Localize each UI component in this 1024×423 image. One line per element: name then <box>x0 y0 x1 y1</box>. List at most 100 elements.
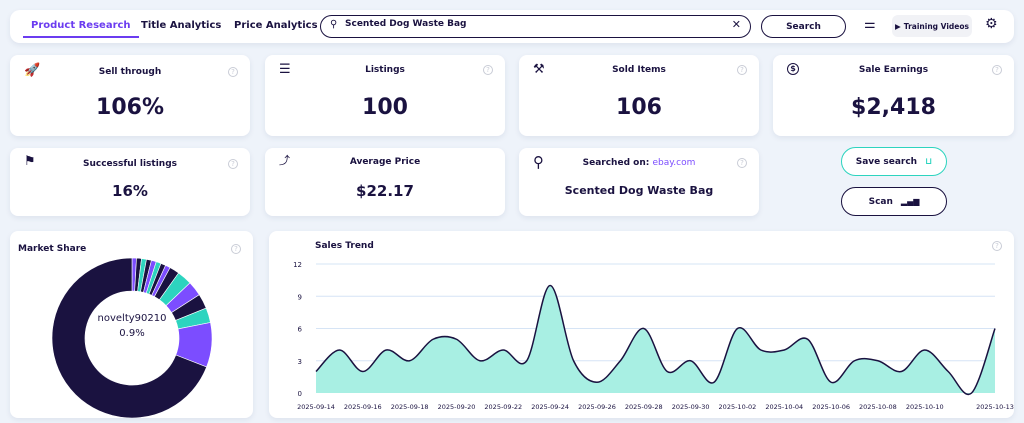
data-point[interactable] <box>991 325 999 333</box>
help-icon[interactable]: ? <box>228 159 238 169</box>
scan-label: Scan <box>868 196 893 207</box>
data-point[interactable] <box>570 357 578 365</box>
card-value: 16% <box>112 182 148 200</box>
x-tick-label: 2025-10-08 <box>859 403 897 411</box>
data-point[interactable] <box>335 346 343 354</box>
y-tick-label: 3 <box>298 358 302 366</box>
training-videos-button[interactable]: ▶ Training Videos <box>892 15 972 37</box>
data-point[interactable] <box>546 282 554 290</box>
card-value: 106% <box>96 95 164 120</box>
save-search-button[interactable]: Save search ⊔ <box>841 147 947 176</box>
card-value: Scented Dog Waste Bag <box>564 184 714 197</box>
card-value: $2,418 <box>851 95 936 120</box>
data-point[interactable] <box>640 325 648 333</box>
filter-sliders-icon[interactable]: ⚌ <box>864 17 876 32</box>
site-link[interactable]: ebay.com <box>652 158 695 168</box>
data-point[interactable] <box>780 346 788 354</box>
data-point[interactable] <box>804 335 812 343</box>
search-icon: ⚲ <box>330 19 338 30</box>
tray-icon: ⊔ <box>925 156 933 167</box>
y-tick-label: 0 <box>298 390 302 398</box>
help-icon[interactable]: ? <box>228 67 238 77</box>
x-tick-label: 2025-09-20 <box>438 403 476 411</box>
card-value: $22.17 <box>356 182 414 200</box>
card-sell-through: 🚀 Sell through ? 106% <box>10 55 250 136</box>
data-point[interactable] <box>616 357 624 365</box>
market-share-card: Market Share ? novelty90210 0.9% <box>10 231 253 418</box>
card-successful-listings: ⚑ Successful listings ? 16% <box>10 148 250 216</box>
search-button-label: Search <box>786 21 821 32</box>
card-value: 106 <box>616 95 662 120</box>
help-icon[interactable]: ? <box>737 65 747 75</box>
card-title: Sale Earnings <box>858 65 929 75</box>
data-point[interactable] <box>312 368 320 376</box>
card-average-price: ⤴ Average Price $22.17 <box>265 148 505 216</box>
data-point[interactable] <box>874 357 882 365</box>
x-tick-label: 2025-09-24 <box>531 403 569 411</box>
y-tick-label: 6 <box>298 326 303 334</box>
card-listings: ☰ Listings ? 100 <box>265 55 505 136</box>
clear-icon[interactable]: ✕ <box>732 18 741 31</box>
x-tick-label: 2025-09-16 <box>344 403 382 411</box>
x-tick-label: 2025-10-02 <box>719 403 757 411</box>
data-point[interactable] <box>733 325 741 333</box>
card-sold-items: ⚒ Sold Items ? 106 <box>519 55 759 136</box>
scan-button[interactable]: Scan ▂▄▆ <box>841 187 947 216</box>
x-tick-label: 2025-09-14 <box>297 403 335 411</box>
data-point[interactable] <box>406 357 414 365</box>
save-search-label: Save search <box>855 156 918 167</box>
card-title: Sell through <box>98 67 162 77</box>
tab-price-analytics[interactable]: Price Analytics <box>234 20 318 31</box>
data-point[interactable] <box>921 346 929 354</box>
signal-bars-icon: ▂▄▆ <box>900 197 920 206</box>
data-point[interactable] <box>476 357 484 365</box>
data-point[interactable] <box>523 357 531 365</box>
data-point[interactable] <box>851 357 859 365</box>
tab-title-analytics[interactable]: Title Analytics <box>141 20 221 31</box>
tab-product-research[interactable]: Product Research <box>23 20 139 38</box>
help-icon[interactable]: ? <box>483 65 493 75</box>
x-tick-label: 2025-10-13 <box>976 403 1014 411</box>
y-tick-label: 12 <box>293 261 302 269</box>
x-tick-label: 2025-10-10 <box>906 403 944 411</box>
card-searched-on: ⚲ Searched on: ebay.com ? Scented Dog Wa… <box>519 148 759 216</box>
card-title: Searched on: <box>582 158 650 168</box>
data-point[interactable] <box>968 389 976 397</box>
card-title: Listings <box>365 65 405 75</box>
data-point[interactable] <box>710 378 718 386</box>
data-point[interactable] <box>499 346 507 354</box>
y-tick-label: 9 <box>298 293 302 301</box>
data-point[interactable] <box>687 357 695 365</box>
settings-gear-icon[interactable]: ⚙ <box>985 16 998 32</box>
card-title: Successful listings <box>82 159 178 169</box>
card-title: Average Price <box>349 157 421 167</box>
training-videos-label: Training Videos <box>903 21 969 31</box>
x-tick-label: 2025-09-30 <box>672 403 710 411</box>
sales-trend-card: Sales Trend ? 0 3 6 9 12 2025-09-14 2025-09-16… <box>269 231 1014 418</box>
play-icon: ▶ <box>895 21 901 31</box>
sales-trend-chart: 0 3 6 9 12 2025-09-14 2025-09-16 2025-09-18 2025… <box>293 261 1014 411</box>
x-tick-label: 2025-09-28 <box>625 403 663 411</box>
help-icon[interactable]: ? <box>737 158 747 168</box>
donut-center-label: novelty90210 <box>97 313 167 324</box>
search-input[interactable] <box>345 19 725 29</box>
x-tick-label: 2025-09-22 <box>484 403 522 411</box>
search-button[interactable]: Search <box>761 15 846 38</box>
x-tick-label: 2025-10-04 <box>765 403 803 411</box>
data-point[interactable] <box>593 378 601 386</box>
sales-area <box>316 285 995 395</box>
search-box: ⚲ ✕ <box>320 15 751 38</box>
data-point[interactable] <box>382 346 390 354</box>
help-icon[interactable]: ? <box>992 65 1002 75</box>
card-value: 100 <box>362 95 408 120</box>
data-point[interactable] <box>897 368 905 376</box>
data-point[interactable] <box>944 368 952 376</box>
data-point[interactable] <box>359 368 367 376</box>
data-point[interactable] <box>452 335 460 343</box>
data-point[interactable] <box>663 368 671 376</box>
data-point[interactable] <box>757 346 765 354</box>
x-tick-label: 2025-10-06 <box>812 403 850 411</box>
data-point[interactable] <box>827 378 835 386</box>
card-title: Sold Items <box>612 65 666 75</box>
data-point[interactable] <box>429 335 437 343</box>
